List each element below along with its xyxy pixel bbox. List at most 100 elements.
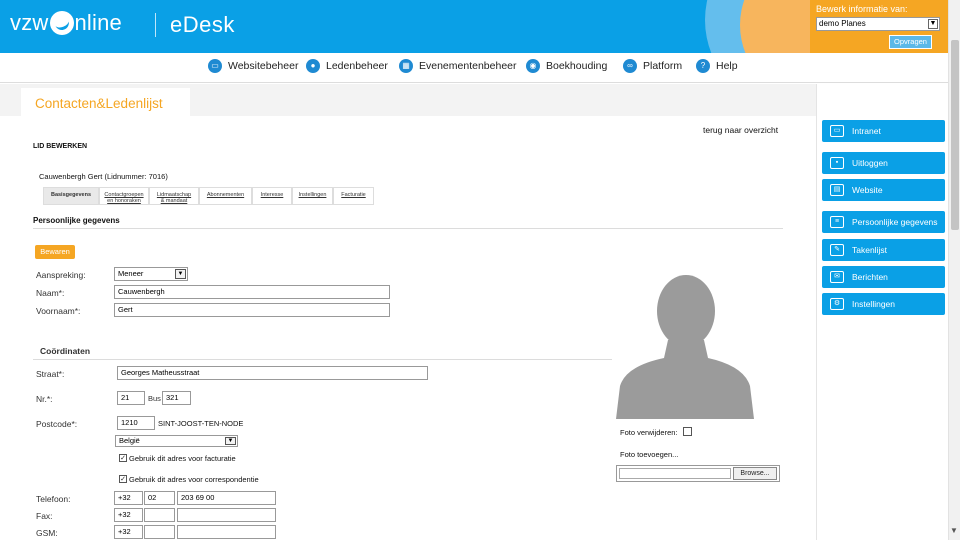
fax-area-field[interactable]	[144, 508, 175, 522]
lastname-field[interactable]: Cauwenbergh	[114, 285, 390, 299]
nav-boekhouding[interactable]: ◉ Boekhouding	[526, 59, 607, 73]
divider	[33, 228, 783, 229]
nr-label: Nr.*:	[36, 394, 53, 404]
billing-checkbox[interactable]: ✓	[119, 454, 127, 462]
nr-field[interactable]: 21	[117, 391, 145, 405]
monitor-icon: ▭	[208, 59, 222, 73]
nav-label: Help	[716, 60, 738, 72]
firstname-field[interactable]: Gert	[114, 303, 390, 317]
logo-brand: vzw	[10, 10, 49, 35]
bus-label: Bus	[148, 394, 161, 403]
sidebar-item-label: Instellingen	[852, 299, 896, 309]
gsm-area-field[interactable]	[144, 525, 175, 539]
chevron-down-icon: ▼	[928, 19, 938, 29]
city-name: SINT-JOOST-TEN-NODE	[158, 419, 244, 428]
edit-icon: ✎	[830, 244, 844, 256]
nav-label: Evenementenbeheer	[419, 60, 517, 72]
sidebar-item-label: Intranet	[852, 126, 881, 136]
postcode-field[interactable]: 1210	[117, 416, 155, 430]
nav-ledenbeheer[interactable]: ● Ledenbeheer	[306, 59, 388, 73]
org-select[interactable]: demo Planes ▼	[816, 17, 940, 31]
sidebar-item-label: Takenlijst	[852, 245, 887, 255]
subtab-interesse[interactable]: Interesse	[252, 187, 292, 205]
phone-area-field[interactable]: 02	[144, 491, 175, 505]
nav-evenementenbeheer[interactable]: ▦ Evenementenbeheer	[399, 59, 517, 73]
lastname-label: Naam*:	[36, 288, 65, 298]
sidebar-item-label: Persoonlijke gegevens	[852, 217, 938, 227]
back-to-overview-link[interactable]: terug naar overzicht	[703, 125, 778, 135]
member-line: Cauwenbergh Gert (Lidnummer: 7016)	[39, 172, 168, 181]
correspondence-checkbox[interactable]: ✓	[119, 475, 127, 483]
user-icon: ●	[306, 59, 320, 73]
org-panel: Bewerk informatie van: demo Planes ▼ Opvr…	[810, 0, 960, 53]
nav-platform[interactable]: ∞ Platform	[623, 59, 682, 73]
fax-number-field[interactable]	[177, 508, 276, 522]
page-scrollbar[interactable]: ▼	[948, 0, 960, 540]
sidebar-item-intranet[interactable]: ▭ Intranet	[822, 120, 945, 142]
save-button[interactable]: Bewaren	[35, 245, 75, 259]
help-icon: ?	[696, 59, 710, 73]
nav-help[interactable]: ? Help	[696, 59, 738, 73]
scroll-down-arrow-icon[interactable]: ▼	[950, 526, 958, 535]
subtab-label-line2: en honoraken	[107, 198, 141, 204]
nav-label: Websitebeheer	[228, 60, 299, 72]
fetch-button[interactable]: Opvragen	[889, 35, 932, 49]
country-select[interactable]: België ▼	[115, 435, 238, 447]
nav-label: Ledenbeheer	[326, 60, 388, 72]
subtab-label: Abonnementen	[206, 192, 245, 198]
phone-label: Telefoon:	[36, 494, 71, 504]
bus-field[interactable]: 321	[162, 391, 191, 405]
phone-country-field[interactable]: +32	[114, 491, 143, 505]
gsm-number-field[interactable]	[177, 525, 276, 539]
sidebar-item-uitloggen[interactable]: ▪ Uitloggen	[822, 152, 945, 174]
scrollbar-thumb[interactable]	[951, 40, 959, 230]
sidebar-item-website[interactable]: ▤ Website	[822, 179, 945, 201]
street-field[interactable]: Georges Matheusstraat	[117, 366, 428, 380]
browse-button[interactable]: Browse...	[733, 467, 777, 480]
subtab-label: Facturatie	[341, 192, 366, 198]
chevron-down-icon: ▼	[225, 437, 236, 445]
salutation-value: Meneer	[118, 269, 144, 278]
calendar-icon: ▦	[399, 59, 413, 73]
logo-o-icon	[49, 11, 74, 35]
sidebar-item-label: Berichten	[852, 272, 888, 282]
fax-country-field[interactable]: +32	[114, 508, 143, 522]
chevron-down-icon: ▼	[175, 269, 186, 279]
lock-icon: ▪	[830, 157, 844, 169]
subtab-contactgroepen[interactable]: Contactgroepen en honoraken	[99, 187, 149, 205]
photo-file-input[interactable]: Browse...	[616, 465, 780, 482]
edit-info-label: Bewerk informatie van:	[816, 4, 908, 14]
sidebar-item-persoonlijke-gegevens[interactable]: ≡ Persoonlijke gegevens	[822, 211, 945, 233]
subtab-label-line2: & mandaat	[160, 198, 188, 204]
nav-websitebeheer[interactable]: ▭ Websitebeheer	[208, 59, 298, 73]
sidebar-item-instellingen[interactable]: ⚙ Instellingen	[822, 293, 945, 315]
remove-photo-checkbox[interactable]	[683, 427, 692, 436]
sidebar-item-berichten[interactable]: ✉ Berichten	[822, 266, 945, 288]
phone-number-field[interactable]: 203 69 00	[177, 491, 276, 505]
gsm-country-field[interactable]: +32	[114, 525, 143, 539]
correspondence-checkbox-label: Gebruik dit adres voor correspondentie	[129, 475, 259, 484]
main-nav: ▭ Websitebeheer ● Ledenbeheer ▦ Evenementen…	[0, 53, 948, 83]
subtab-lidmaatschap[interactable]: Lidmaatschap & mandaat	[149, 187, 199, 205]
salutation-select[interactable]: Meneer ▼	[114, 267, 188, 281]
subtab-abonnementen[interactable]: Abonnementen	[199, 187, 252, 205]
tab-contacten-ledenlijst[interactable]: Contacten&Ledenlijst	[21, 88, 190, 117]
sidebar-item-takenlijst[interactable]: ✎ Takenlijst	[822, 239, 945, 261]
subtab-basisgegevens[interactable]: Basisgegevens	[43, 187, 99, 205]
monitor-lock-icon: ▭	[830, 125, 844, 137]
country-value: België	[119, 436, 140, 445]
subtab-instellingen[interactable]: Instellingen	[292, 187, 333, 205]
subtab-facturatie[interactable]: Facturatie	[333, 187, 374, 205]
subtab-label: Basisgegevens	[50, 192, 92, 198]
subtab-label: Instellingen	[298, 192, 327, 198]
page-tab-strip: Contacten&Ledenlijst	[0, 84, 816, 117]
file-path-field[interactable]	[619, 468, 731, 479]
logo[interactable]: vzw nline	[10, 10, 122, 36]
gsm-label: GSM:	[36, 528, 58, 538]
id-card-icon: ≡	[830, 216, 844, 228]
section-title: LID BEWERKEN	[33, 143, 88, 150]
gear-icon: ⚙	[830, 298, 844, 310]
header: vzw nline eDesk Bewerk informatie van: de…	[0, 0, 960, 53]
avatar-silhouette-icon	[616, 275, 754, 419]
coins-icon: ◉	[526, 59, 540, 73]
